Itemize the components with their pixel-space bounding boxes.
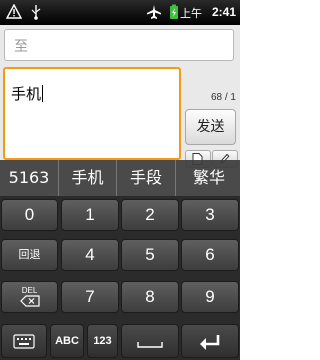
- key-3[interactable]: 3: [181, 199, 239, 231]
- delete-key-label: DEL: [21, 286, 38, 295]
- key-6[interactable]: 6: [181, 239, 239, 271]
- candidate-item[interactable]: 繁华: [176, 160, 242, 196]
- keyboard-icon: [13, 334, 35, 349]
- delete-key[interactable]: DEL: [1, 281, 58, 313]
- key-8[interactable]: 8: [121, 281, 179, 313]
- space-key[interactable]: [121, 324, 179, 358]
- airplane-mode-icon: [147, 5, 161, 19]
- warning-icon: [6, 4, 22, 19]
- usb-icon: [31, 5, 41, 20]
- candidate-item[interactable]: 手机: [59, 160, 117, 196]
- character-counter: 68 / 1: [210, 92, 236, 103]
- numeric-keyboard: 0 1 2 3 回退 4 5 6 DEL 7 8 9 ABC 123: [0, 196, 240, 360]
- candidate-item[interactable]: 5163: [0, 160, 59, 196]
- back-key[interactable]: 回退: [1, 239, 58, 271]
- enter-key[interactable]: [181, 324, 239, 358]
- key-0[interactable]: 0: [1, 199, 58, 231]
- text-caret: [42, 85, 44, 102]
- recipient-placeholder: 至: [14, 39, 28, 55]
- key-7[interactable]: 7: [61, 281, 119, 313]
- key-5[interactable]: 5: [121, 239, 179, 271]
- candidate-bar: 5163 手机 手段 繁华: [0, 160, 240, 196]
- status-time: 2:41: [211, 5, 236, 19]
- status-ampm: 上午: [180, 7, 202, 20]
- enter-icon: [200, 335, 220, 350]
- key-1[interactable]: 1: [61, 199, 119, 231]
- key-2[interactable]: 2: [121, 199, 179, 231]
- status-bar: 上午 2:41: [0, 0, 240, 25]
- recipient-field[interactable]: 至: [4, 29, 234, 61]
- space-icon: [137, 342, 163, 348]
- abc-key[interactable]: ABC: [50, 324, 84, 358]
- keyboard-switch-key[interactable]: [1, 324, 47, 358]
- message-text: 手机: [11, 85, 42, 103]
- candidate-item[interactable]: 手段: [117, 160, 176, 196]
- number-mode-key[interactable]: 123: [87, 324, 118, 358]
- send-button[interactable]: 发送: [185, 109, 236, 145]
- message-text-field[interactable]: 手机: [3, 67, 181, 160]
- key-4[interactable]: 4: [61, 239, 119, 271]
- key-9[interactable]: 9: [181, 281, 239, 313]
- backspace-icon: [19, 295, 40, 307]
